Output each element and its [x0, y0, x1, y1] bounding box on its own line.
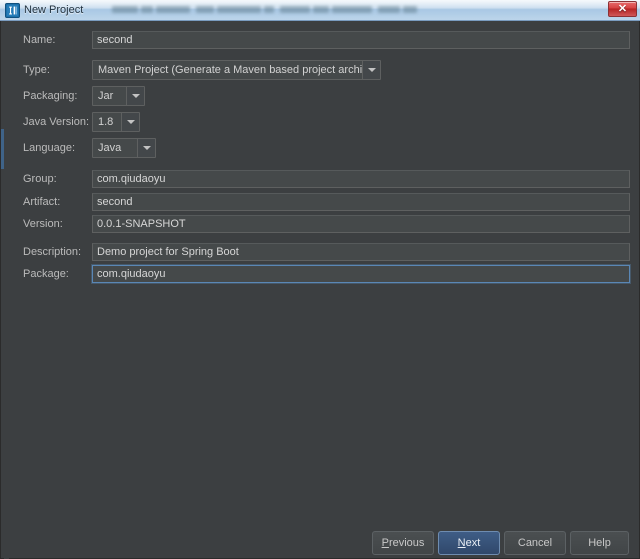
form-row-description: Description:	[1, 243, 639, 261]
language-combobox[interactable]: Java	[92, 138, 156, 158]
form-row-group: Group:	[1, 170, 639, 188]
form-row-version: Version:	[1, 215, 639, 233]
redacted-title-path	[112, 3, 432, 16]
label-packaging: Packaging:	[23, 90, 78, 102]
form-row-name: Name:	[1, 31, 639, 49]
form-row-language: Language: Java	[1, 138, 639, 158]
help-button[interactable]: Help	[570, 531, 629, 555]
intellij-idea-icon	[5, 3, 20, 18]
label-type: Type:	[23, 64, 50, 76]
next-button-label: ext	[465, 537, 481, 549]
previous-button-mnemonic: P	[381, 537, 389, 549]
name-input[interactable]	[92, 31, 630, 49]
type-combobox[interactable]: Maven Project (Generate a Maven based pr…	[92, 60, 381, 80]
artifact-input[interactable]	[92, 193, 630, 211]
version-input[interactable]	[92, 215, 630, 233]
label-java-version: Java Version:	[23, 116, 90, 128]
new-project-dialog-window: New Project ✕ Name: Type: Maven Project …	[0, 0, 640, 559]
chevron-down-icon[interactable]	[362, 61, 380, 79]
packaging-combobox-value: Jar	[98, 90, 114, 102]
form-row-artifact: Artifact:	[1, 193, 639, 211]
chevron-down-icon[interactable]	[121, 113, 139, 131]
previous-button-label: revious	[388, 537, 425, 549]
previous-button[interactable]: Previous	[372, 531, 434, 555]
description-input[interactable]	[92, 243, 630, 261]
label-description: Description:	[23, 246, 82, 258]
language-combobox-value: Java	[98, 142, 122, 154]
form-row-package: Package:	[1, 265, 639, 283]
packaging-combobox[interactable]: Jar	[92, 86, 145, 106]
package-input[interactable]	[92, 265, 630, 283]
label-version: Version:	[23, 218, 63, 230]
label-name: Name:	[23, 34, 56, 46]
close-icon: ✕	[617, 3, 628, 15]
form-row-packaging: Packaging: Jar	[1, 86, 639, 106]
form-row-type: Type: Maven Project (Generate a Maven ba…	[1, 60, 639, 80]
dialog-button-bar: Previous Next Cancel Help	[1, 531, 639, 559]
form-row-java-version: Java Version: 1.8	[1, 112, 639, 132]
close-window-button[interactable]: ✕	[608, 1, 637, 17]
chevron-down-icon[interactable]	[137, 139, 155, 157]
next-button[interactable]: Next	[438, 531, 500, 555]
group-input[interactable]	[92, 170, 630, 188]
label-artifact: Artifact:	[23, 196, 61, 208]
type-combobox-value: Maven Project (Generate a Maven based pr…	[98, 64, 362, 76]
dialog-content: Name: Type: Maven Project (Generate a Ma…	[0, 21, 640, 559]
next-button-mnemonic: N	[457, 537, 466, 549]
label-package: Package:	[23, 268, 69, 280]
chevron-down-icon[interactable]	[126, 87, 144, 105]
cancel-button[interactable]: Cancel	[504, 531, 566, 555]
window-title: New Project	[24, 4, 84, 16]
label-group: Group:	[23, 173, 57, 185]
java-version-combobox-value: 1.8	[98, 116, 114, 128]
java-version-combobox[interactable]: 1.8	[92, 112, 140, 132]
label-language: Language:	[23, 142, 75, 154]
window-title-bar: New Project ✕	[0, 0, 640, 21]
